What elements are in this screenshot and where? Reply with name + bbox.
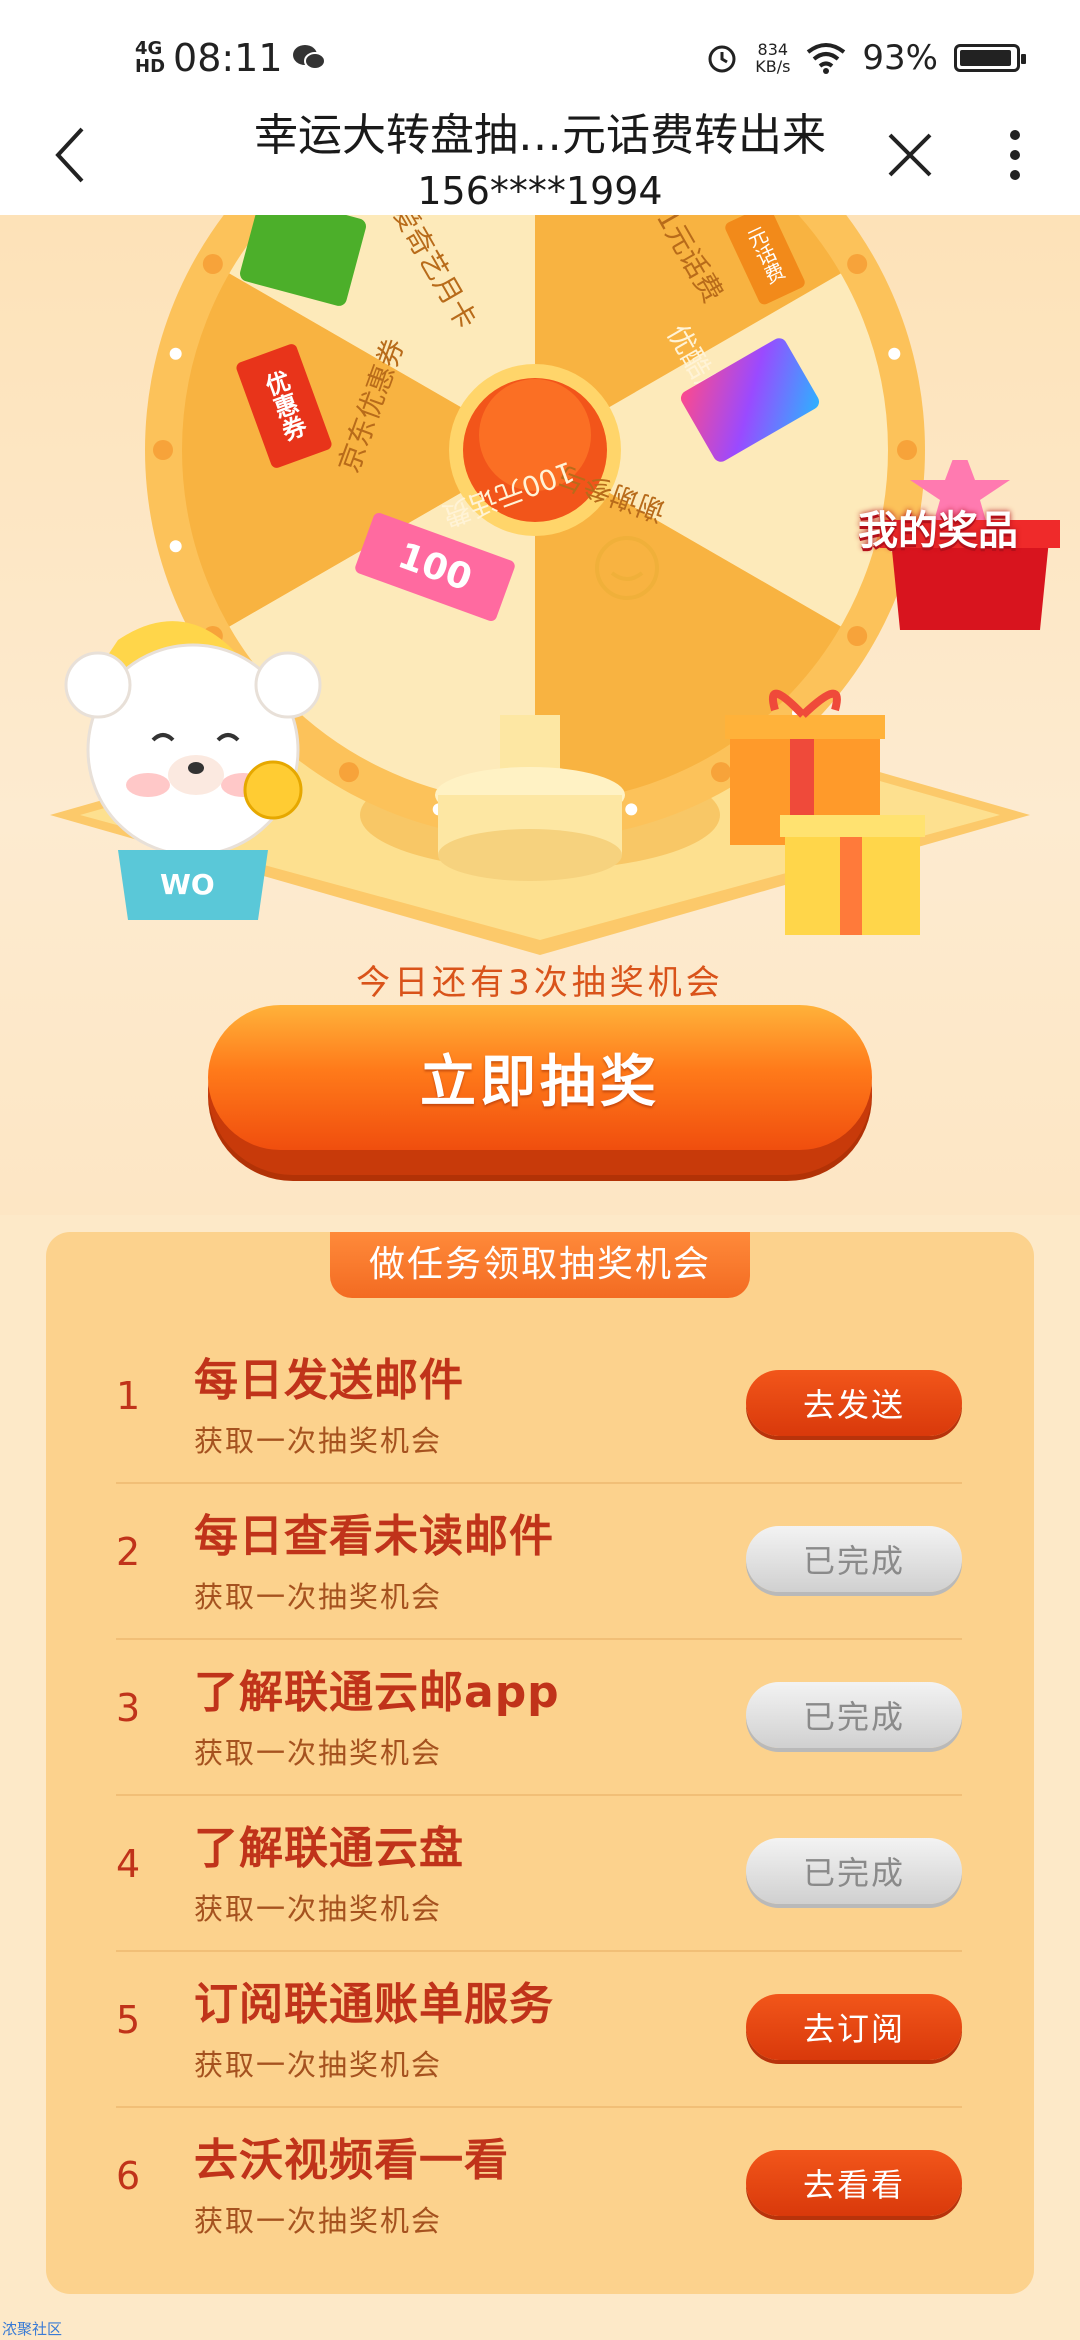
task-row: 2 每日查看未读邮件获取一次抽奖机会 已完成 [116, 1484, 962, 1640]
close-button[interactable] [880, 125, 940, 185]
task-number: 4 [116, 1842, 141, 1886]
speed-unit: KB/s [755, 57, 791, 76]
wheel-rim-dot [169, 540, 182, 553]
more-button[interactable] [1000, 125, 1030, 185]
task-reward: 获取一次抽奖机会 [194, 1580, 443, 1614]
subtitle-phone: 156****1994 [417, 169, 663, 213]
wechat-icon [292, 45, 326, 70]
network-hd: HD [135, 56, 166, 77]
task-title: 去沃视频看一看 [194, 2135, 509, 2186]
task-reward: 获取一次抽奖机会 [194, 1424, 443, 1458]
battery-icon [954, 44, 1026, 72]
wheel-rim-dot [897, 440, 917, 460]
task-panel: 做任务领取抽奖机会 1 每日发送邮件 获取一次抽奖机会 去发送 2 每日查看未读邮件 获取一… [46, 1232, 1034, 2294]
draw-now-button[interactable]: 立即抽奖 [208, 1005, 872, 1175]
back-button[interactable] [40, 120, 100, 190]
draw-now-label: 立即抽奖 [208, 1005, 872, 1150]
task-number: 5 [116, 1998, 141, 2042]
task-title: 订阅联通账单服务 [194, 1979, 554, 2030]
task-list: 1 每日发送邮件 获取一次抽奖机会 去发送 2 每日查看未读邮件 获取一次抽奖机会 已完成 3 了… [116, 1328, 962, 2264]
task-row: 4 了解联通云盘获取一次抽奖机会 已完成 [116, 1796, 962, 1952]
network-speed: 834 KB/s [755, 41, 790, 75]
task-reward: 获取一次抽奖机会 [194, 1736, 443, 1770]
task-reward: 获取一次抽奖机会 [194, 1892, 443, 1926]
task-action-button[interactable]: 去看看 [746, 2150, 962, 2216]
mascot-shirt-text: WO [160, 868, 215, 901]
task-row: 3 了解联通云邮app 获取一次抽奖机会 已完成 [116, 1640, 962, 1796]
task-panel-header: 做任务领取抽奖机会 [330, 1232, 750, 1298]
task-action-button[interactable]: 已完成 [746, 1838, 962, 1904]
task-action-button[interactable]: 已完成 [746, 1526, 962, 1592]
watermark: 浓聚社区 [2, 2320, 63, 2338]
task-reward: 获取一次抽奖机会 [194, 2048, 443, 2082]
task-number: 3 [116, 1686, 141, 1730]
wheel-stand [435, 715, 625, 881]
task-reward: 获取一次抽奖机会 [194, 2204, 443, 2238]
wheel-rim-dot [169, 347, 182, 360]
task-row: 1 每日发送邮件获取一次抽奖机会 去发送 [116, 1328, 962, 1484]
smile-icon [595, 536, 659, 600]
task-title: 了解联通云盘 [194, 1823, 464, 1874]
task-number: 1 [116, 1374, 141, 1418]
task-title: 每日发送邮件 [194, 1355, 464, 1406]
wheel-rim-dot [847, 254, 868, 274]
title-text: 幸运大转盘抽…元话费转出来 [254, 110, 826, 161]
task-row: 6 去沃视频看一看获取一次抽奖机会 去看看 [116, 2108, 962, 2264]
task-action-button[interactable]: 已完成 [746, 1682, 962, 1748]
more-icon [1010, 130, 1020, 180]
wheel-rim-dot [888, 347, 901, 360]
wheel-rim-dot [339, 762, 359, 783]
my-prizes-label: 我的奖品 [858, 508, 1018, 554]
chances-hint: 今日还有3次抽奖机会 [356, 963, 724, 1003]
task-action-button[interactable]: 去发送 [746, 1370, 962, 1436]
task-action-button[interactable]: 去订阅 [746, 1994, 962, 2060]
clock: 08:11 [173, 36, 283, 80]
task-number: 6 [116, 2154, 141, 2198]
signal-icon: 4G HD [135, 40, 165, 76]
my-prizes-button[interactable]: 我的奖品 [850, 460, 1080, 630]
task-title: 每日查看未读邮件 [194, 1511, 554, 1562]
battery-percent: 93% [862, 38, 938, 78]
page-title: 幸运大转盘抽…元话费转出来 156****1994 [170, 100, 910, 214]
task-row: 5 订阅联通账单服务获取一次抽奖机会 去订阅 [116, 1952, 962, 2108]
gift-boxes [725, 689, 925, 935]
alarm-icon [708, 45, 736, 73]
mascot-bear: WO [58, 610, 328, 940]
wheel-rim-dot [202, 254, 223, 274]
task-title: 了解联通云邮app [194, 1667, 560, 1718]
task-number: 2 [116, 1530, 141, 1574]
nav-bar: 幸运大转盘抽…元话费转出来 156****1994 [0, 100, 1080, 215]
wheel-rim-dot [153, 440, 173, 460]
back-icon [55, 127, 84, 183]
close-icon [888, 133, 932, 177]
status-bar: 4G HD 08:11 834 KB/s 93% [0, 0, 1080, 100]
wifi-icon [807, 43, 846, 74]
